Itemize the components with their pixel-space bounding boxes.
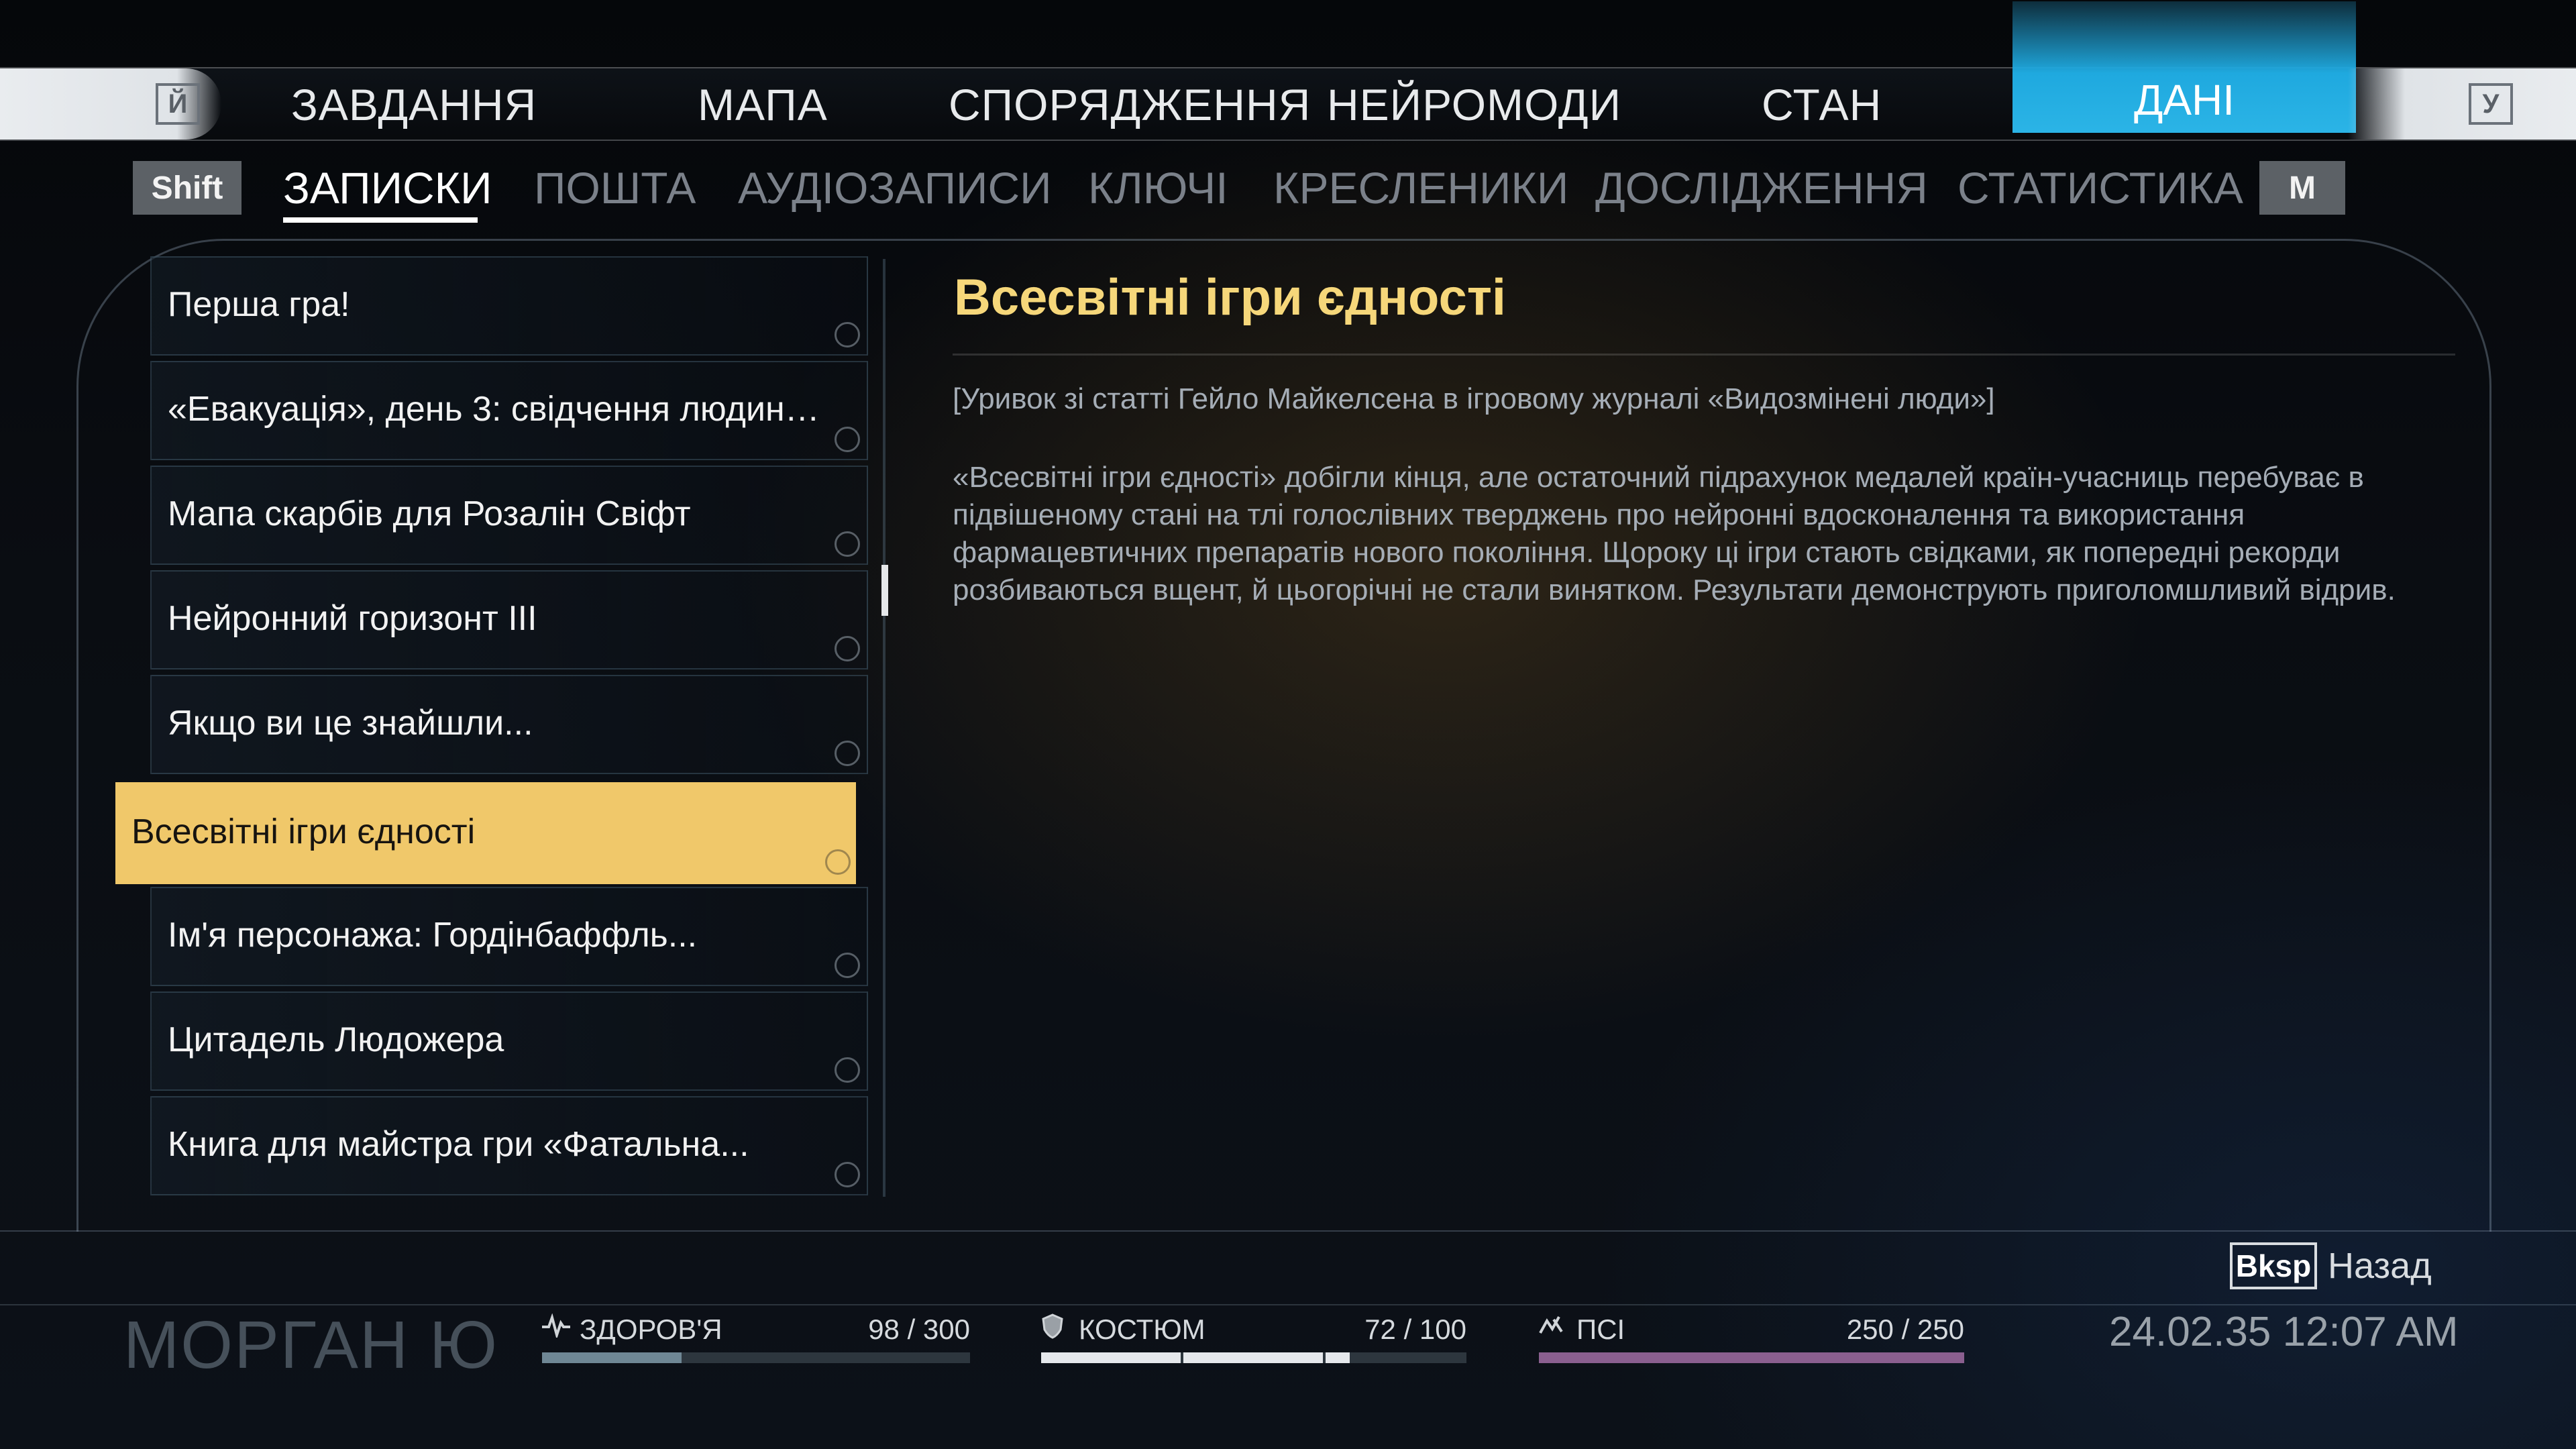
notes-scrollbar-track[interactable] (883, 259, 885, 1197)
note-item-label: Якщо ви це знайшли... (168, 704, 533, 743)
subtab-keys[interactable]: КЛЮЧІ (1088, 162, 1228, 213)
subtab-blueprints[interactable]: КРЕСЛЕНИКИ (1273, 162, 1568, 213)
note-title: Всесвітні ігри єдності (953, 268, 2455, 356)
footer-divider-bottom (0, 1304, 2576, 1305)
read-status-icon (835, 953, 860, 978)
prev-tab-key[interactable]: Й (156, 83, 200, 125)
suit-value: 72 / 100 (1364, 1313, 1466, 1345)
note-item-selected[interactable]: Всесвітні ігри єдності (115, 782, 856, 884)
next-subtab-key[interactable]: M (2259, 161, 2345, 215)
note-item-label: Мапа скарбів для Розалін Свіфт (168, 494, 691, 533)
nav-tab-neuromods[interactable]: НЕЙРОМОДИ (1327, 79, 1621, 130)
read-status-icon (835, 636, 860, 661)
suit-stat: КОСТЮМ 72 / 100 (1041, 1313, 1466, 1374)
note-item[interactable]: Мапа скарбів для Розалін Свіфт (150, 466, 868, 565)
note-item-label: Ім'я персонажа: Гордінбаффль... (168, 916, 698, 955)
screen-root: Й ЗАВДАННЯ МАПА СПОРЯДЖЕННЯ НЕЙРОМОДИ СТ… (0, 0, 2576, 1449)
note-item-label: «Евакуація», день 3: свідчення людини,..… (168, 390, 839, 429)
next-tab-key[interactable]: У (2469, 83, 2513, 125)
health-value: 98 / 300 (868, 1313, 970, 1345)
note-item[interactable]: Книга для майстра гри «Фатальна... (150, 1096, 868, 1195)
footer-divider-top (0, 1230, 2576, 1232)
note-detail: Всесвітні ігри єдності [Уривок зі статті… (953, 268, 2455, 609)
suit-bar-segment (1041, 1352, 1181, 1363)
psi-value: 250 / 250 (1846, 1313, 1964, 1345)
note-item[interactable]: Ім'я персонажа: Гордінбаффль... (150, 887, 868, 986)
suit-bar-segment (1326, 1352, 1350, 1363)
health-bar (542, 1352, 970, 1363)
heartbeat-icon (542, 1313, 570, 1344)
prev-tab-key-pad: Й (0, 68, 221, 140)
nav-tab-map[interactable]: МАПА (698, 79, 828, 130)
player-name: МОРГАН Ю (123, 1307, 498, 1383)
health-stat: ЗДОРОВ'Я 98 / 300 (542, 1313, 970, 1374)
note-item[interactable]: Перша гра! (150, 256, 868, 356)
note-item[interactable]: Цитадель Людожера (150, 991, 868, 1091)
next-tab-key-pad: У (2348, 68, 2576, 140)
subtab-statistics[interactable]: СТАТИСТИКА (1957, 162, 2243, 213)
back-button[interactable]: Назад (2328, 1245, 2432, 1287)
read-status-icon (835, 531, 860, 557)
psi-bar-fill (1539, 1352, 1964, 1363)
psi-stat: ПСІ 250 / 250 (1539, 1313, 1964, 1374)
subtab-notes[interactable]: ЗАПИСКИ (283, 162, 492, 213)
note-body: «Всесвітні ігри єдності» добігли кінця, … (953, 461, 2396, 606)
psi-bar (1539, 1352, 1964, 1363)
notes-scrollbar-thumb[interactable] (881, 565, 888, 616)
read-status-icon (835, 1162, 860, 1187)
note-item-label: Всесвітні ігри єдності (131, 812, 476, 851)
game-clock: 24.02.35 12:07 AM (2109, 1309, 2459, 1355)
read-status-icon (835, 427, 860, 452)
read-status-icon (825, 849, 851, 875)
prev-subtab-key[interactable]: Shift (133, 161, 241, 215)
suit-label: КОСТЮМ (1079, 1313, 1205, 1345)
read-status-icon (835, 1057, 860, 1083)
suit-bar (1041, 1352, 1466, 1363)
subtab-research[interactable]: ДОСЛІДЖЕННЯ (1595, 162, 1928, 213)
nav-tab-data-label: ДАНІ (2133, 76, 2235, 124)
sub-nav: Shift ЗАПИСКИ ПОШТА АУДІОЗАПИСИ КЛЮЧІ КР… (0, 158, 2576, 225)
subtab-audio-logs[interactable]: АУДІОЗАПИСИ (738, 162, 1052, 213)
nav-tab-data[interactable]: ДАНІ (2012, 1, 2356, 133)
psi-label: ПСІ (1576, 1313, 1625, 1345)
back-key[interactable]: Bksp (2230, 1242, 2317, 1289)
note-source: [Уривок зі статті Гейло Майкелсена в ігр… (953, 382, 1995, 415)
note-item-label: Цитадель Людожера (168, 1020, 504, 1059)
top-nav: Й ЗАВДАННЯ МАПА СПОРЯДЖЕННЯ НЕЙРОМОДИ СТ… (0, 1, 2576, 141)
note-item-label: Нейронний горизонт III (168, 599, 537, 638)
note-item[interactable]: Нейронний горизонт III (150, 570, 868, 669)
psi-icon (1539, 1313, 1564, 1344)
note-item[interactable]: «Евакуація», день 3: свідчення людини,..… (150, 361, 868, 460)
suit-bar-segment (1183, 1352, 1323, 1363)
note-item-label: Книга для майстра гри «Фатальна... (168, 1125, 749, 1164)
nav-tab-tasks[interactable]: ЗАВДАННЯ (291, 79, 537, 130)
read-status-icon (835, 741, 860, 766)
note-item-label: Перша гра! (168, 285, 350, 324)
nav-tab-status[interactable]: СТАН (1762, 79, 1882, 130)
nav-tab-equipment[interactable]: СПОРЯДЖЕННЯ (949, 79, 1311, 130)
read-status-icon (835, 322, 860, 347)
shield-icon (1041, 1313, 1064, 1346)
notes-list: Перша гра! «Евакуація», день 3: свідченн… (115, 256, 871, 1199)
health-bar-fill (542, 1352, 682, 1363)
note-item[interactable]: Якщо ви це знайшли... (150, 675, 868, 774)
health-label: ЗДОРОВ'Я (580, 1313, 722, 1345)
subtab-active-underline (283, 217, 478, 223)
subtab-mail[interactable]: ПОШТА (534, 162, 696, 213)
